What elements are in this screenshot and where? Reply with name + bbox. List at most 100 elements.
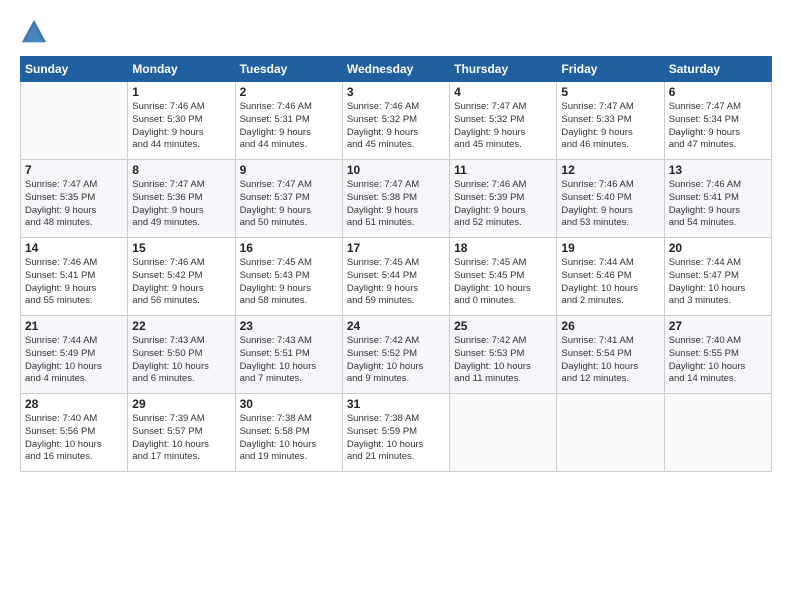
cell-details: Sunrise: 7:45 AMSunset: 5:44 PMDaylight:… [347,257,445,308]
calendar-cell: 18 Sunrise: 7:45 AMSunset: 5:45 PMDayligh… [450,238,557,316]
cell-details: Sunrise: 7:46 AMSunset: 5:39 PMDaylight:… [454,179,552,230]
calendar-cell: 14 Sunrise: 7:46 AMSunset: 5:41 PMDayligh… [21,238,128,316]
day-number: 9 [240,163,338,177]
cell-details: Sunrise: 7:46 AMSunset: 5:42 PMDaylight:… [132,257,230,308]
calendar-cell [664,394,771,472]
calendar-cell: 13 Sunrise: 7:46 AMSunset: 5:41 PMDayligh… [664,160,771,238]
day-number: 7 [25,163,123,177]
day-number: 2 [240,85,338,99]
header-cell-friday: Friday [557,57,664,82]
day-number: 21 [25,319,123,333]
day-number: 22 [132,319,230,333]
calendar-cell: 11 Sunrise: 7:46 AMSunset: 5:39 PMDayligh… [450,160,557,238]
header-cell-wednesday: Wednesday [342,57,449,82]
day-number: 8 [132,163,230,177]
calendar-cell: 1 Sunrise: 7:46 AMSunset: 5:30 PMDaylight… [128,82,235,160]
cell-details: Sunrise: 7:42 AMSunset: 5:53 PMDaylight:… [454,335,552,386]
day-number: 20 [669,241,767,255]
day-number: 10 [347,163,445,177]
cell-details: Sunrise: 7:43 AMSunset: 5:51 PMDaylight:… [240,335,338,386]
day-number: 11 [454,163,552,177]
calendar-cell: 20 Sunrise: 7:44 AMSunset: 5:47 PMDayligh… [664,238,771,316]
day-number: 23 [240,319,338,333]
cell-details: Sunrise: 7:47 AMSunset: 5:34 PMDaylight:… [669,101,767,152]
day-number: 12 [561,163,659,177]
week-row-4: 21Sunrise: 7:44 AMSunset: 5:49 PMDayligh… [21,316,772,394]
calendar-cell: 15 Sunrise: 7:46 AMSunset: 5:42 PMDayligh… [128,238,235,316]
header-cell-thursday: Thursday [450,57,557,82]
day-number: 3 [347,85,445,99]
week-row-3: 14 Sunrise: 7:46 AMSunset: 5:41 PMDayligh… [21,238,772,316]
day-number: 16 [240,241,338,255]
calendar-table: SundayMondayTuesdayWednesdayThursdayFrid… [20,56,772,472]
cell-details: Sunrise: 7:39 AMSunset: 5:57 PMDaylight:… [132,413,230,464]
header-cell-sunday: Sunday [21,57,128,82]
calendar-cell: 7Sunrise: 7:47 AMSunset: 5:35 PMDaylight… [21,160,128,238]
cell-details: Sunrise: 7:43 AMSunset: 5:50 PMDaylight:… [132,335,230,386]
cell-details: Sunrise: 7:47 AMSunset: 5:37 PMDaylight:… [240,179,338,230]
calendar-cell: 2 Sunrise: 7:46 AMSunset: 5:31 PMDaylight… [235,82,342,160]
cell-details: Sunrise: 7:40 AMSunset: 5:56 PMDaylight:… [25,413,123,464]
calendar-cell: 26 Sunrise: 7:41 AMSunset: 5:54 PMDayligh… [557,316,664,394]
cell-details: Sunrise: 7:46 AMSunset: 5:32 PMDaylight:… [347,101,445,152]
cell-details: Sunrise: 7:40 AMSunset: 5:55 PMDaylight:… [669,335,767,386]
day-number: 6 [669,85,767,99]
week-row-5: 28 Sunrise: 7:40 AMSunset: 5:56 PMDayligh… [21,394,772,472]
day-number: 15 [132,241,230,255]
header [20,18,772,46]
logo-icon [20,18,48,46]
calendar-cell: 10 Sunrise: 7:47 AMSunset: 5:38 PMDayligh… [342,160,449,238]
day-number: 1 [132,85,230,99]
calendar-cell: 6 Sunrise: 7:47 AMSunset: 5:34 PMDaylight… [664,82,771,160]
header-row: SundayMondayTuesdayWednesdayThursdayFrid… [21,57,772,82]
week-row-2: 7Sunrise: 7:47 AMSunset: 5:35 PMDaylight… [21,160,772,238]
calendar-cell: 5Sunrise: 7:47 AMSunset: 5:33 PMDaylight… [557,82,664,160]
cell-details: Sunrise: 7:46 AMSunset: 5:30 PMDaylight:… [132,101,230,152]
day-number: 28 [25,397,123,411]
calendar-cell: 8 Sunrise: 7:47 AMSunset: 5:36 PMDaylight… [128,160,235,238]
cell-details: Sunrise: 7:47 AMSunset: 5:33 PMDaylight:… [561,101,659,152]
day-number: 17 [347,241,445,255]
cell-details: Sunrise: 7:47 AMSunset: 5:36 PMDaylight:… [132,179,230,230]
calendar-cell: 30 Sunrise: 7:38 AMSunset: 5:58 PMDayligh… [235,394,342,472]
calendar-cell [21,82,128,160]
cell-details: Sunrise: 7:47 AMSunset: 5:32 PMDaylight:… [454,101,552,152]
calendar-cell: 23 Sunrise: 7:43 AMSunset: 5:51 PMDayligh… [235,316,342,394]
day-number: 19 [561,241,659,255]
calendar-cell: 16 Sunrise: 7:45 AMSunset: 5:43 PMDayligh… [235,238,342,316]
calendar-cell: 24 Sunrise: 7:42 AMSunset: 5:52 PMDayligh… [342,316,449,394]
cell-details: Sunrise: 7:46 AMSunset: 5:41 PMDaylight:… [25,257,123,308]
cell-details: Sunrise: 7:46 AMSunset: 5:31 PMDaylight:… [240,101,338,152]
cell-details: Sunrise: 7:41 AMSunset: 5:54 PMDaylight:… [561,335,659,386]
header-cell-monday: Monday [128,57,235,82]
calendar-cell: 4 Sunrise: 7:47 AMSunset: 5:32 PMDaylight… [450,82,557,160]
cell-details: Sunrise: 7:45 AMSunset: 5:45 PMDaylight:… [454,257,552,308]
cell-details: Sunrise: 7:42 AMSunset: 5:52 PMDaylight:… [347,335,445,386]
logo [20,18,52,46]
day-number: 24 [347,319,445,333]
calendar-cell: 12 Sunrise: 7:46 AMSunset: 5:40 PMDayligh… [557,160,664,238]
cell-details: Sunrise: 7:47 AMSunset: 5:38 PMDaylight:… [347,179,445,230]
cell-details: Sunrise: 7:38 AMSunset: 5:58 PMDaylight:… [240,413,338,464]
day-number: 30 [240,397,338,411]
cell-details: Sunrise: 7:44 AMSunset: 5:46 PMDaylight:… [561,257,659,308]
day-number: 18 [454,241,552,255]
header-cell-saturday: Saturday [664,57,771,82]
calendar-cell: 22 Sunrise: 7:43 AMSunset: 5:50 PMDayligh… [128,316,235,394]
day-number: 13 [669,163,767,177]
day-number: 14 [25,241,123,255]
cell-details: Sunrise: 7:44 AMSunset: 5:47 PMDaylight:… [669,257,767,308]
day-number: 26 [561,319,659,333]
cell-details: Sunrise: 7:45 AMSunset: 5:43 PMDaylight:… [240,257,338,308]
calendar-cell: 17 Sunrise: 7:45 AMSunset: 5:44 PMDayligh… [342,238,449,316]
calendar-cell: 25Sunrise: 7:42 AMSunset: 5:53 PMDayligh… [450,316,557,394]
calendar-cell [450,394,557,472]
day-number: 29 [132,397,230,411]
calendar-cell: 21Sunrise: 7:44 AMSunset: 5:49 PMDayligh… [21,316,128,394]
day-number: 27 [669,319,767,333]
calendar-cell: 29 Sunrise: 7:39 AMSunset: 5:57 PMDayligh… [128,394,235,472]
day-number: 4 [454,85,552,99]
week-row-1: 1 Sunrise: 7:46 AMSunset: 5:30 PMDaylight… [21,82,772,160]
cell-details: Sunrise: 7:46 AMSunset: 5:41 PMDaylight:… [669,179,767,230]
cell-details: Sunrise: 7:46 AMSunset: 5:40 PMDaylight:… [561,179,659,230]
